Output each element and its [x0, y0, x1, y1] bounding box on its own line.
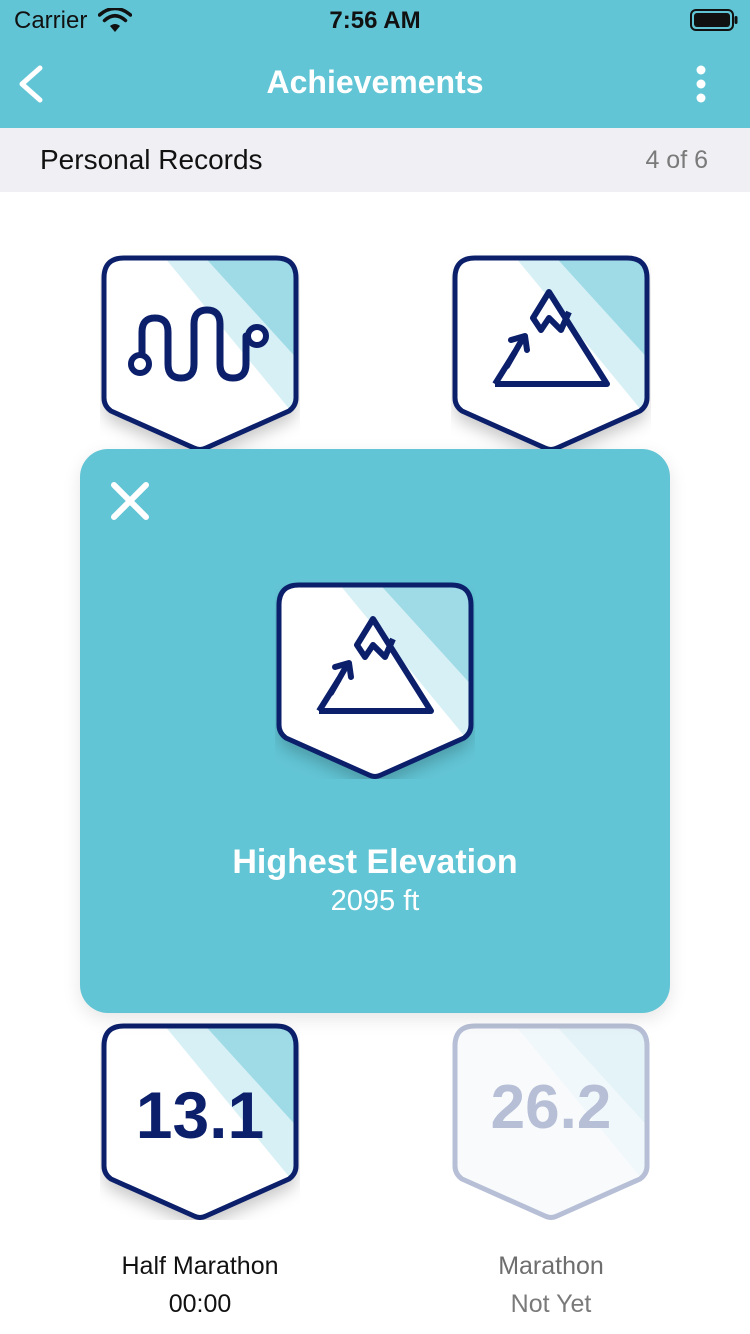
- badge-marathon[interactable]: 26.2: [451, 1020, 651, 1220]
- section-count: 4 of 6: [645, 146, 708, 174]
- page-title: Achievements: [266, 64, 484, 100]
- badge-winding-route[interactable]: [100, 252, 300, 452]
- winding-route-icon: [101, 255, 299, 452]
- mountain-icon: [452, 255, 650, 452]
- status-bar: Carrier 7:56 AM: [0, 0, 750, 40]
- section-title: Personal Records: [40, 144, 263, 175]
- badge-marathon-text: 26.2: [491, 1073, 612, 1142]
- badge-half-marathon-text: 13.1: [136, 1078, 264, 1152]
- badge-half-marathon[interactable]: 13.1: [100, 1020, 300, 1220]
- badge-label-marathon: Marathon: [498, 1252, 604, 1280]
- badge-label-half-marathon: Half Marathon: [121, 1252, 279, 1280]
- battery-icon: [690, 9, 738, 31]
- status-time: 7:56 AM: [329, 7, 421, 34]
- mountain-icon: [276, 582, 474, 779]
- modal-badge: [275, 579, 475, 779]
- close-button[interactable]: [108, 479, 152, 523]
- achievement-detail-card: Highest Elevation 2095 ft: [80, 449, 670, 1013]
- modal-value: 2095 ft: [330, 885, 420, 917]
- section-header: Personal Records 4 of 6: [0, 128, 750, 192]
- badge-value-marathon: Not Yet: [510, 1290, 592, 1318]
- marathon-badge: 26.2: [452, 1023, 650, 1220]
- more-options-button[interactable]: [684, 62, 718, 106]
- half-marathon-badge: 13.1: [101, 1023, 299, 1220]
- badge-mountain[interactable]: [451, 252, 651, 452]
- modal-title: Highest Elevation: [232, 843, 518, 881]
- badge-value-half-marathon: 00:00: [168, 1290, 232, 1318]
- nav-bar: Achievements: [0, 40, 750, 128]
